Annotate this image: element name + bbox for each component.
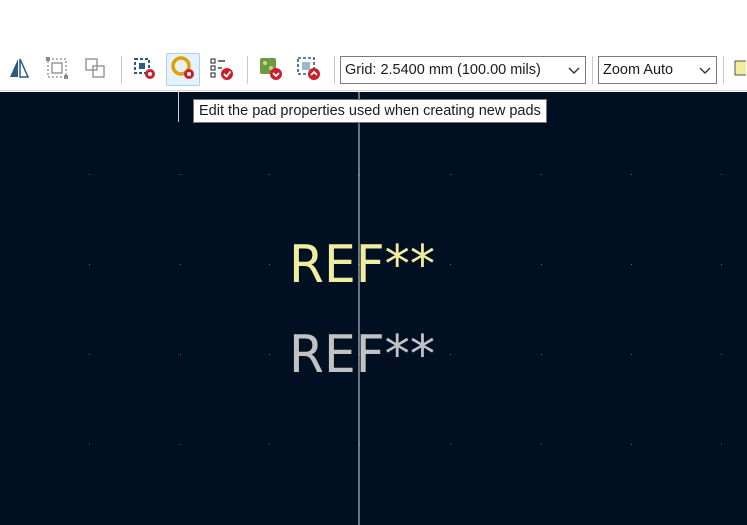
grid-dot (631, 264, 632, 265)
grid-dot (180, 444, 181, 445)
grid-dot (631, 444, 632, 445)
grid-dot (721, 354, 722, 355)
grid-select[interactable]: Grid: 2.5400 mm (100.00 mils) (340, 56, 586, 84)
grid-dot (721, 264, 722, 265)
layer-swatch-icon (730, 56, 746, 83)
grid-dot (541, 354, 542, 355)
chevron-down-icon (567, 63, 581, 77)
default-pad-properties-button[interactable] (166, 53, 200, 86)
toolbar-separator (121, 56, 122, 84)
group-icon (83, 56, 107, 83)
checklist-icon (208, 55, 234, 84)
grid-dot (180, 174, 181, 175)
grid-dot (541, 174, 542, 175)
grid-dot (269, 354, 270, 355)
grid-dot (269, 264, 270, 265)
grid-dot (89, 444, 90, 445)
grid-dot (269, 444, 270, 445)
grid-dots (89, 174, 722, 445)
drawing-canvas[interactable]: REF** REF** (0, 92, 747, 525)
load-from-board-button[interactable] (253, 53, 287, 86)
canvas-graphics: REF** REF** (89, 92, 722, 525)
select-area-button[interactable] (40, 53, 74, 86)
grid-dot (89, 174, 90, 175)
grid-dot (631, 174, 632, 175)
footprint-properties-button[interactable] (127, 53, 161, 86)
grid-select-value: Grid: 2.5400 mm (100.00 mils) (345, 62, 541, 78)
footprint-settings-icon (131, 55, 157, 84)
grid-dot (180, 264, 181, 265)
toolbar-separator (247, 56, 248, 84)
grid-dot (269, 174, 270, 175)
grid-dot (89, 264, 90, 265)
title-area (0, 0, 747, 48)
grid-dot (721, 174, 722, 175)
selection-box-icon (45, 56, 69, 83)
zoom-select-value: Zoom Auto (603, 62, 674, 78)
grid-dot (721, 444, 722, 445)
group-button[interactable] (78, 53, 112, 86)
reference-fab-text[interactable]: REF** (289, 325, 435, 385)
toolbar-separator (334, 56, 335, 84)
grid-dot (450, 174, 451, 175)
update-board-button[interactable] (291, 53, 325, 86)
grid-dot (450, 354, 451, 355)
board-download-icon (257, 55, 283, 84)
mirror-button[interactable] (2, 53, 36, 86)
tooltip: Edit the pad properties used when creati… (193, 99, 547, 123)
grid-dot (541, 444, 542, 445)
chevron-down-icon (698, 63, 712, 77)
board-upload-icon (295, 55, 321, 84)
grid-dot (180, 354, 181, 355)
grid-dot (450, 264, 451, 265)
pad-settings-icon (170, 55, 196, 84)
grid-dot (450, 444, 451, 445)
toolbar-separator (592, 56, 593, 84)
grid-dot (89, 354, 90, 355)
grid-dot (541, 264, 542, 265)
layer-select-button[interactable] (729, 53, 747, 86)
top-toolbar: Grid: 2.5400 mm (100.00 mils) Zoom Auto (0, 48, 747, 91)
toolbar-separator (723, 56, 724, 84)
zoom-select[interactable]: Zoom Auto (598, 56, 717, 84)
grid-dot (631, 354, 632, 355)
tooltip-pointer (178, 92, 179, 122)
footprint-checker-button[interactable] (204, 53, 238, 86)
reference-silkscreen-text[interactable]: REF** (289, 235, 435, 295)
mirror-icon (7, 56, 31, 83)
